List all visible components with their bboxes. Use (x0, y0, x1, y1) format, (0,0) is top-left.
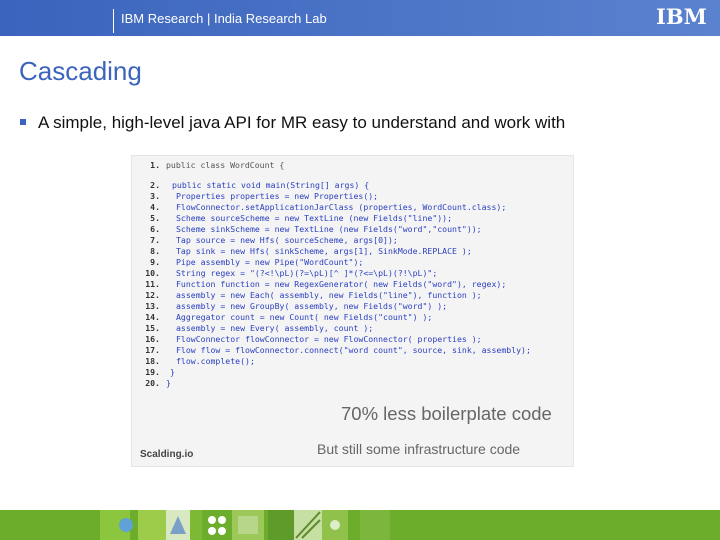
code-line-text: Tap source = new Hfs( sourceScheme, args… (176, 235, 398, 245)
code-line: 1. public class WordCount { (132, 160, 575, 171)
code-line: 15. assembly = new Every( assembly, count… (132, 323, 575, 334)
code-line-number: 4. (150, 202, 160, 212)
footer-decorative-tiles (100, 510, 390, 540)
code-line-text: String regex = "(?<!\pL)(?=\pL)[^ ]*(?<=… (176, 268, 438, 278)
code-line: 13. assembly = new GroupBy( assembly, new… (132, 301, 575, 312)
code-line-text: flow.complete(); (176, 356, 255, 366)
code-line: 11. Function function = new RegexGenerato… (132, 279, 575, 290)
code-line: 5. Scheme sourceScheme = new TextLine (ne… (132, 213, 575, 224)
code-line-text: } (170, 367, 175, 377)
code-line: 6. Scheme sinkScheme = new TextLine (new … (132, 224, 575, 235)
code-line-number: 11. (145, 279, 160, 289)
code-line: 2. public static void main(String[] args)… (132, 180, 575, 191)
code-line-number: 12. (145, 290, 160, 300)
code-line-text: Scheme sinkScheme = new TextLine (new Fi… (176, 224, 482, 234)
code-line-text: public static void main(String[] args) { (172, 180, 370, 190)
code-line-text: assembly = new Each( assembly, new Field… (176, 290, 482, 300)
code-line-number: 15. (145, 323, 160, 333)
code-line-text: Tap sink = new Hfs( sinkScheme, args[1],… (176, 246, 472, 256)
code-line-number: 9. (150, 257, 160, 267)
code-line: 9. Pipe assembly = new Pipe("WordCount"); (132, 257, 575, 268)
code-line: 12. assembly = new Each( assembly, new Fi… (132, 290, 575, 301)
slide-title: Cascading (19, 56, 142, 86)
code-line-text: public class WordCount { (166, 160, 285, 170)
code-line-text: Properties properties = new Properties()… (176, 191, 379, 201)
boilerplate-caption: 70% less boilerplate code (341, 403, 552, 424)
code-line-text: Aggregator count = new Count( new Fields… (176, 312, 433, 322)
ibm-logo: IBM (656, 4, 707, 29)
code-screenshot-image: 1. public class WordCount { 2. public stati… (131, 155, 574, 467)
header-org-text: IBM Research | India Research Lab (121, 11, 327, 26)
code-line-text: Function function = new RegexGenerator( … (176, 279, 507, 289)
code-line-text: Pipe assembly = new Pipe("WordCount"); (176, 257, 364, 267)
code-line: 17. Flow flow = flowConnector.connect("wo… (132, 345, 575, 356)
code-line-number: 6. (150, 224, 160, 234)
code-line: 20.} (132, 378, 575, 389)
code-listing: 1. public class WordCount { 2. public stati… (132, 160, 575, 389)
code-line-text: Scheme sourceScheme = new TextLine (new … (176, 213, 453, 223)
code-line-number: 14. (145, 312, 160, 322)
code-line-number: 19. (145, 367, 160, 377)
code-line-text: assembly = new Every( assembly, count ); (176, 323, 374, 333)
code-line-text: FlowConnector.setApplicationJarClass (pr… (176, 202, 507, 212)
code-line-text: FlowConnector flowConnector = new FlowCo… (176, 334, 482, 344)
code-line-number: 18. (145, 356, 160, 366)
header-bar: IBM Research | India Research Lab IBM (0, 0, 720, 36)
ibm-logo-text: IBM (656, 4, 707, 29)
code-line-number: 13. (145, 301, 160, 311)
code-line-text: Flow flow = flowConnector.connect("word … (176, 345, 531, 355)
infrastructure-caption: But still some infrastructure code (317, 441, 521, 457)
code-line: 8. Tap sink = new Hfs( sinkScheme, args[1… (132, 246, 575, 257)
footer-band (0, 510, 720, 540)
code-line: 3. Properties properties = new Properties… (132, 191, 575, 202)
source-label: Scalding.io (140, 449, 194, 460)
code-line: 18. flow.complete(); (132, 356, 575, 367)
code-line: 16. FlowConnector flowConnector = new Flo… (132, 334, 575, 345)
code-line-number: 10. (145, 268, 160, 278)
code-line-number: 17. (145, 345, 160, 355)
code-line-number: 7. (150, 235, 160, 245)
code-line-text: } (166, 378, 171, 388)
bullet-icon (20, 119, 26, 125)
code-line-number: 16. (145, 334, 160, 344)
code-line: 4. FlowConnector.setApplicationJarClass (… (132, 202, 575, 213)
code-line-number: 8. (150, 246, 160, 256)
code-line: 10. String regex = "(?<!\pL)(?=\pL)[^ ]*(… (132, 268, 575, 279)
bullet-text: A simple, high-level java API for MR eas… (38, 113, 566, 132)
code-line-number: 1. (150, 160, 160, 170)
code-line-text: assembly = new GroupBy( assembly, new Fi… (176, 301, 448, 311)
code-line-number: 20. (145, 378, 160, 388)
code-line: 14. Aggregator count = new Count( new Fie… (132, 312, 575, 323)
code-line: 19.} (132, 367, 575, 378)
code-line-number: 2. (150, 180, 160, 190)
header-divider (113, 9, 114, 33)
code-line-number: 3. (150, 191, 160, 201)
code-line-number: 5. (150, 213, 160, 223)
code-line: 7. Tap source = new Hfs( sourceScheme, ar… (132, 235, 575, 246)
